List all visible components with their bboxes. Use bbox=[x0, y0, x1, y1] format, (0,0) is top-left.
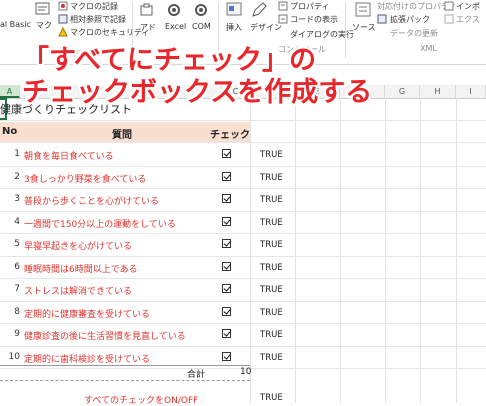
row-number: 6 bbox=[14, 261, 20, 272]
insert-control-button[interactable]: 挿入 bbox=[226, 22, 242, 33]
question-text: 健康診査の後に生活習慣を見直している bbox=[24, 332, 186, 342]
export-icon bbox=[444, 14, 454, 24]
design-mode-icon bbox=[252, 2, 267, 17]
row-number: 9 bbox=[14, 329, 20, 339]
expansion-pack-icon bbox=[377, 14, 387, 24]
import-icon bbox=[444, 1, 454, 11]
relative-ref-icon bbox=[58, 14, 68, 24]
addin-icon bbox=[140, 3, 153, 16]
total-label: 合計 bbox=[187, 370, 206, 380]
record-macro-icon bbox=[58, 1, 68, 11]
checkbox[interactable] bbox=[222, 351, 231, 361]
properties-button[interactable]: プロパティ bbox=[290, 1, 330, 12]
header-no: No bbox=[2, 126, 18, 137]
question-text: 一週間で150分以上の運動をしている bbox=[24, 219, 176, 230]
question-text: 早寝早起きを心がけている bbox=[24, 242, 133, 252]
linked-value: TRUE bbox=[260, 352, 283, 363]
linked-value: TRUE bbox=[260, 240, 283, 250]
table-row: 1 朝食を毎日食べている TRUE bbox=[0, 144, 486, 166]
checkbox[interactable] bbox=[222, 171, 231, 181]
com-addin-button[interactable]: COM bbox=[192, 22, 211, 31]
column-header-i[interactable]: I bbox=[456, 85, 486, 98]
xml-group-label: XML bbox=[420, 44, 437, 53]
column-header-g[interactable]: G bbox=[385, 85, 420, 98]
export-button[interactable]: エクス bbox=[456, 14, 480, 25]
table-row: 3 普段から歩くことを心がけている TRUE bbox=[0, 189, 486, 211]
properties-icon bbox=[278, 1, 288, 11]
row-number: 1 bbox=[14, 149, 20, 159]
row-number: 7 bbox=[14, 284, 20, 294]
refresh-data-button[interactable]: データの更新 bbox=[390, 28, 438, 39]
row-number: 5 bbox=[14, 239, 20, 249]
macro-security-button[interactable]: マクロのセキュリティ bbox=[70, 27, 150, 38]
question-text: 3食しっかり野菜を食べている bbox=[24, 174, 147, 185]
insert-control-icon bbox=[226, 2, 242, 16]
import-button[interactable]: インポ bbox=[456, 1, 480, 12]
toggle-all-label: すべてのチェックをON/OFF bbox=[84, 396, 199, 406]
checkbox[interactable] bbox=[222, 329, 231, 338]
linked-value: TRUE bbox=[260, 262, 283, 273]
checkbox[interactable] bbox=[222, 149, 231, 158]
linked-value: TRUE bbox=[260, 195, 283, 205]
linked-value: TRUE bbox=[260, 217, 283, 228]
row-number: 8 bbox=[14, 306, 20, 317]
column-header-a[interactable]: A bbox=[0, 85, 20, 98]
question-text: 普段から歩くことを心がけている bbox=[24, 197, 160, 207]
source-icon bbox=[355, 2, 371, 17]
total-value: 10 bbox=[240, 367, 252, 377]
linked-value: TRUE bbox=[260, 307, 283, 318]
linked-value: TRUE bbox=[260, 330, 283, 340]
linked-value: TRUE bbox=[260, 172, 283, 183]
table-row: 4 一週間で150分以上の運動をしている TRUE bbox=[0, 212, 486, 234]
view-code-icon bbox=[278, 14, 288, 24]
visual-basic-button[interactable]: al Basic bbox=[0, 20, 31, 29]
checkbox[interactable] bbox=[222, 261, 231, 271]
table-row: 2 3食しっかり野菜を食べている TRUE bbox=[0, 167, 486, 189]
table-row: 9 健康診査の後に生活習慣を見直している TRUE bbox=[0, 324, 486, 346]
header-check: チェック bbox=[210, 130, 250, 141]
macro-button[interactable]: マク bbox=[36, 20, 52, 31]
view-code-button[interactable]: コードの表示 bbox=[290, 14, 338, 25]
checkbox[interactable] bbox=[222, 306, 231, 316]
question-text: 朝食を毎日食べている bbox=[24, 152, 114, 162]
question-text: 睡眠時間は6時間以上である bbox=[24, 264, 138, 275]
row-number: 10 bbox=[8, 351, 20, 362]
table-row: 6 睡眠時間は6時間以上である TRUE bbox=[0, 257, 486, 279]
gear-icon bbox=[168, 4, 180, 16]
checkbox[interactable] bbox=[222, 284, 231, 293]
com-addin-icon bbox=[195, 4, 207, 16]
table-row: 7 ストレスは解消できている TRUE bbox=[0, 279, 486, 301]
table-row: 5 早寝早起きを心がけている TRUE bbox=[0, 234, 486, 256]
macro-icon bbox=[35, 2, 50, 15]
addin-button[interactable]: アド bbox=[140, 22, 156, 33]
record-macro-button[interactable]: マクロの記録 bbox=[70, 1, 118, 12]
row-number: 4 bbox=[14, 216, 20, 227]
linked-value: TRUE bbox=[260, 285, 283, 295]
warning-icon bbox=[58, 27, 68, 37]
row-number: 3 bbox=[14, 194, 20, 204]
table-row: 8 定期的に健康審査を受けている TRUE bbox=[0, 302, 486, 324]
expansion-pack-button[interactable]: 拡張パック bbox=[390, 14, 430, 25]
banner-line-2: チェックボックスを作成する bbox=[22, 77, 373, 108]
header-question: 質問 bbox=[112, 130, 132, 141]
row-number: 2 bbox=[14, 171, 20, 182]
source-button[interactable]: ソース bbox=[352, 22, 376, 33]
column-header-h[interactable]: H bbox=[420, 85, 456, 98]
toggle-all-value: TRUE bbox=[260, 393, 283, 403]
checkbox[interactable] bbox=[222, 216, 231, 226]
linked-value: TRUE bbox=[260, 150, 283, 160]
relative-ref-button[interactable]: 相対参照で記録 bbox=[70, 14, 126, 25]
checkbox[interactable] bbox=[222, 194, 231, 203]
question-text: 定期的に健康審査を受けている bbox=[24, 309, 151, 320]
question-text: ストレスは解消できている bbox=[24, 287, 133, 297]
question-text: 定期的に歯科検診を受けている bbox=[24, 354, 151, 365]
excel-addin-button[interactable]: Excel bbox=[165, 22, 186, 31]
checkbox[interactable] bbox=[222, 239, 231, 248]
